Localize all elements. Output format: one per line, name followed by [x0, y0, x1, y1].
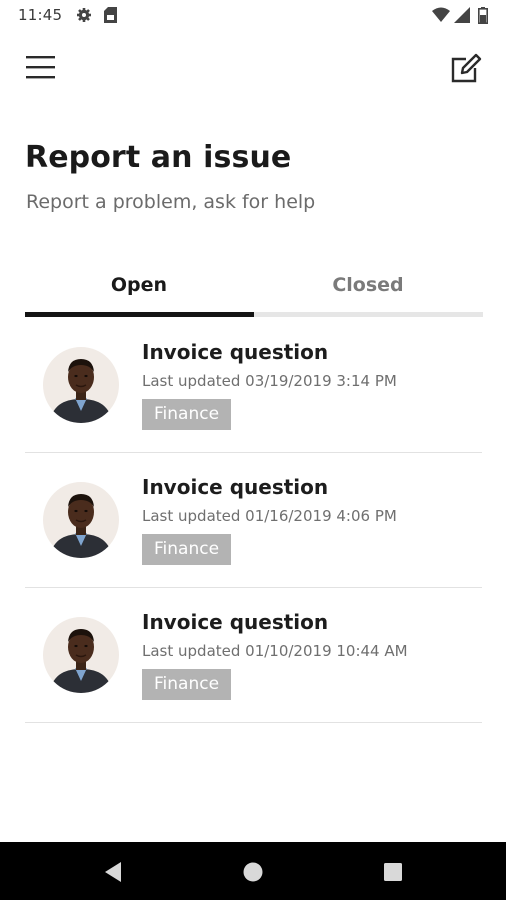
system-nav-bar	[0, 842, 506, 900]
sim-card-icon	[104, 7, 117, 23]
recents-button[interactable]	[381, 860, 405, 884]
new-issue-button[interactable]	[448, 50, 484, 86]
issue-list-item[interactable]: Invoice question Last updated 03/19/2019…	[0, 318, 506, 453]
issue-list: Invoice question Last updated 03/19/2019…	[0, 318, 506, 723]
battery-icon	[478, 7, 488, 24]
issue-list-item[interactable]: Invoice question Last updated 01/16/2019…	[0, 453, 506, 588]
issue-last-updated: Last updated 01/10/2019 10:44 AM	[142, 642, 408, 660]
home-icon	[243, 862, 263, 882]
home-button[interactable]	[241, 860, 265, 884]
issue-title: Invoice question	[142, 475, 329, 499]
page-subtitle: Report a problem, ask for help	[26, 191, 316, 213]
row-divider	[25, 722, 482, 723]
status-time: 11:45	[18, 6, 63, 24]
back-icon	[105, 862, 121, 882]
tab-indicator	[25, 312, 254, 317]
issue-last-updated: Last updated 03/19/2019 3:14 PM	[142, 372, 397, 390]
tab-closed[interactable]: Closed	[254, 274, 482, 302]
tab-open[interactable]: Open	[25, 274, 253, 302]
category-tag: Finance	[142, 669, 232, 700]
gear-icon	[77, 8, 91, 22]
status-bar: 11:45	[0, 0, 506, 32]
edit-compose-icon	[451, 53, 482, 83]
recents-icon	[384, 863, 402, 881]
menu-button[interactable]	[22, 50, 60, 84]
avatar	[43, 617, 119, 693]
page-title: Report an issue	[25, 140, 292, 175]
signal-icon	[454, 7, 470, 23]
issue-title: Invoice question	[142, 610, 329, 634]
hamburger-menu-icon	[26, 56, 55, 79]
category-tag: Finance	[142, 399, 232, 430]
issue-list-item[interactable]: Invoice question Last updated 01/10/2019…	[0, 588, 506, 723]
avatar	[43, 347, 119, 423]
avatar	[43, 482, 119, 558]
category-tag: Finance	[142, 534, 232, 565]
back-button[interactable]	[101, 860, 125, 884]
wifi-icon	[432, 7, 450, 22]
issue-title: Invoice question	[142, 340, 329, 364]
issue-last-updated: Last updated 01/16/2019 4:06 PM	[142, 507, 397, 525]
